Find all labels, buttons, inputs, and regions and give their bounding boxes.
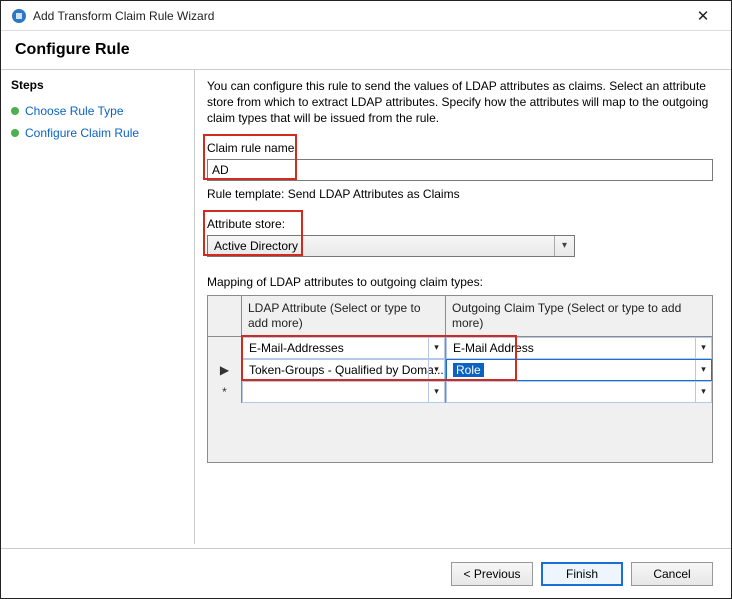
ldap-attribute-cell[interactable]: ▾ — [242, 381, 445, 403]
attribute-store-label: Attribute store: — [207, 217, 285, 231]
claim-rule-name-input[interactable] — [207, 159, 713, 181]
row-marker: ▶ — [208, 359, 242, 381]
title-bar: Add Transform Claim Rule Wizard ✕ — [1, 1, 731, 31]
claim-rule-name-label: Claim rule name: — [207, 141, 298, 155]
grid-header-ldap: LDAP Attribute (Select or type to add mo… — [242, 296, 446, 336]
steps-title: Steps — [11, 78, 184, 92]
finish-button[interactable]: Finish — [541, 562, 623, 586]
outgoing-claim-cell[interactable]: Role ▾ — [446, 359, 712, 381]
previous-button[interactable]: < Previous — [451, 562, 533, 586]
mapping-grid: LDAP Attribute (Select or type to add mo… — [207, 295, 713, 463]
outgoing-claim-cell[interactable]: ▾ — [446, 381, 712, 403]
page-heading: Configure Rule — [1, 31, 731, 70]
rule-template-label: Rule template: Send LDAP Attributes as C… — [207, 187, 713, 201]
ldap-attribute-value: E-Mail-Addresses — [249, 341, 344, 355]
chevron-down-icon: ▾ — [695, 382, 711, 402]
outgoing-claim-value: Role — [453, 363, 484, 377]
outgoing-claim-cell[interactable]: E-Mail Address ▾ — [446, 337, 712, 359]
step-configure-claim-rule[interactable]: Configure Claim Rule — [11, 122, 184, 144]
attribute-store-dropdown[interactable]: Active Directory ▾ — [207, 235, 575, 257]
ldap-attribute-cell[interactable]: Token-Groups - Qualified by Doma... ▾ — [242, 359, 445, 381]
chevron-down-icon: ▾ — [428, 360, 444, 380]
wizard-footer: < Previous Finish Cancel — [1, 548, 731, 598]
attribute-store-value: Active Directory — [214, 239, 554, 253]
grid-corner — [208, 296, 242, 336]
grid-header-claim: Outgoing Claim Type (Select or type to a… — [446, 296, 712, 336]
bullet-icon — [11, 107, 19, 115]
chevron-down-icon: ▾ — [695, 360, 711, 380]
row-marker — [208, 337, 242, 359]
ldap-attribute-cell[interactable]: E-Mail-Addresses ▾ — [242, 337, 445, 359]
chevron-down-icon: ▾ — [695, 338, 711, 358]
mapping-label: Mapping of LDAP attributes to outgoing c… — [207, 275, 713, 289]
window-title: Add Transform Claim Rule Wizard — [33, 9, 681, 23]
chevron-down-icon: ▾ — [428, 382, 444, 402]
content-pane: You can configure this rule to send the … — [195, 70, 731, 544]
chevron-down-icon: ▾ — [428, 338, 444, 358]
step-label: Choose Rule Type — [25, 104, 124, 118]
outgoing-claim-value: E-Mail Address — [453, 341, 534, 355]
cancel-button[interactable]: Cancel — [631, 562, 713, 586]
chevron-down-icon: ▾ — [554, 236, 574, 256]
steps-sidebar: Steps Choose Rule Type Configure Claim R… — [1, 70, 195, 544]
close-button[interactable]: ✕ — [681, 7, 725, 25]
bullet-icon — [11, 129, 19, 137]
app-icon — [11, 8, 27, 24]
ldap-attribute-value: Token-Groups - Qualified by Doma... — [249, 363, 444, 377]
description-text: You can configure this rule to send the … — [207, 78, 713, 127]
row-marker: * — [208, 381, 242, 403]
step-label: Configure Claim Rule — [25, 126, 139, 140]
main-columns: Steps Choose Rule Type Configure Claim R… — [1, 70, 731, 544]
step-choose-rule-type[interactable]: Choose Rule Type — [11, 100, 184, 122]
